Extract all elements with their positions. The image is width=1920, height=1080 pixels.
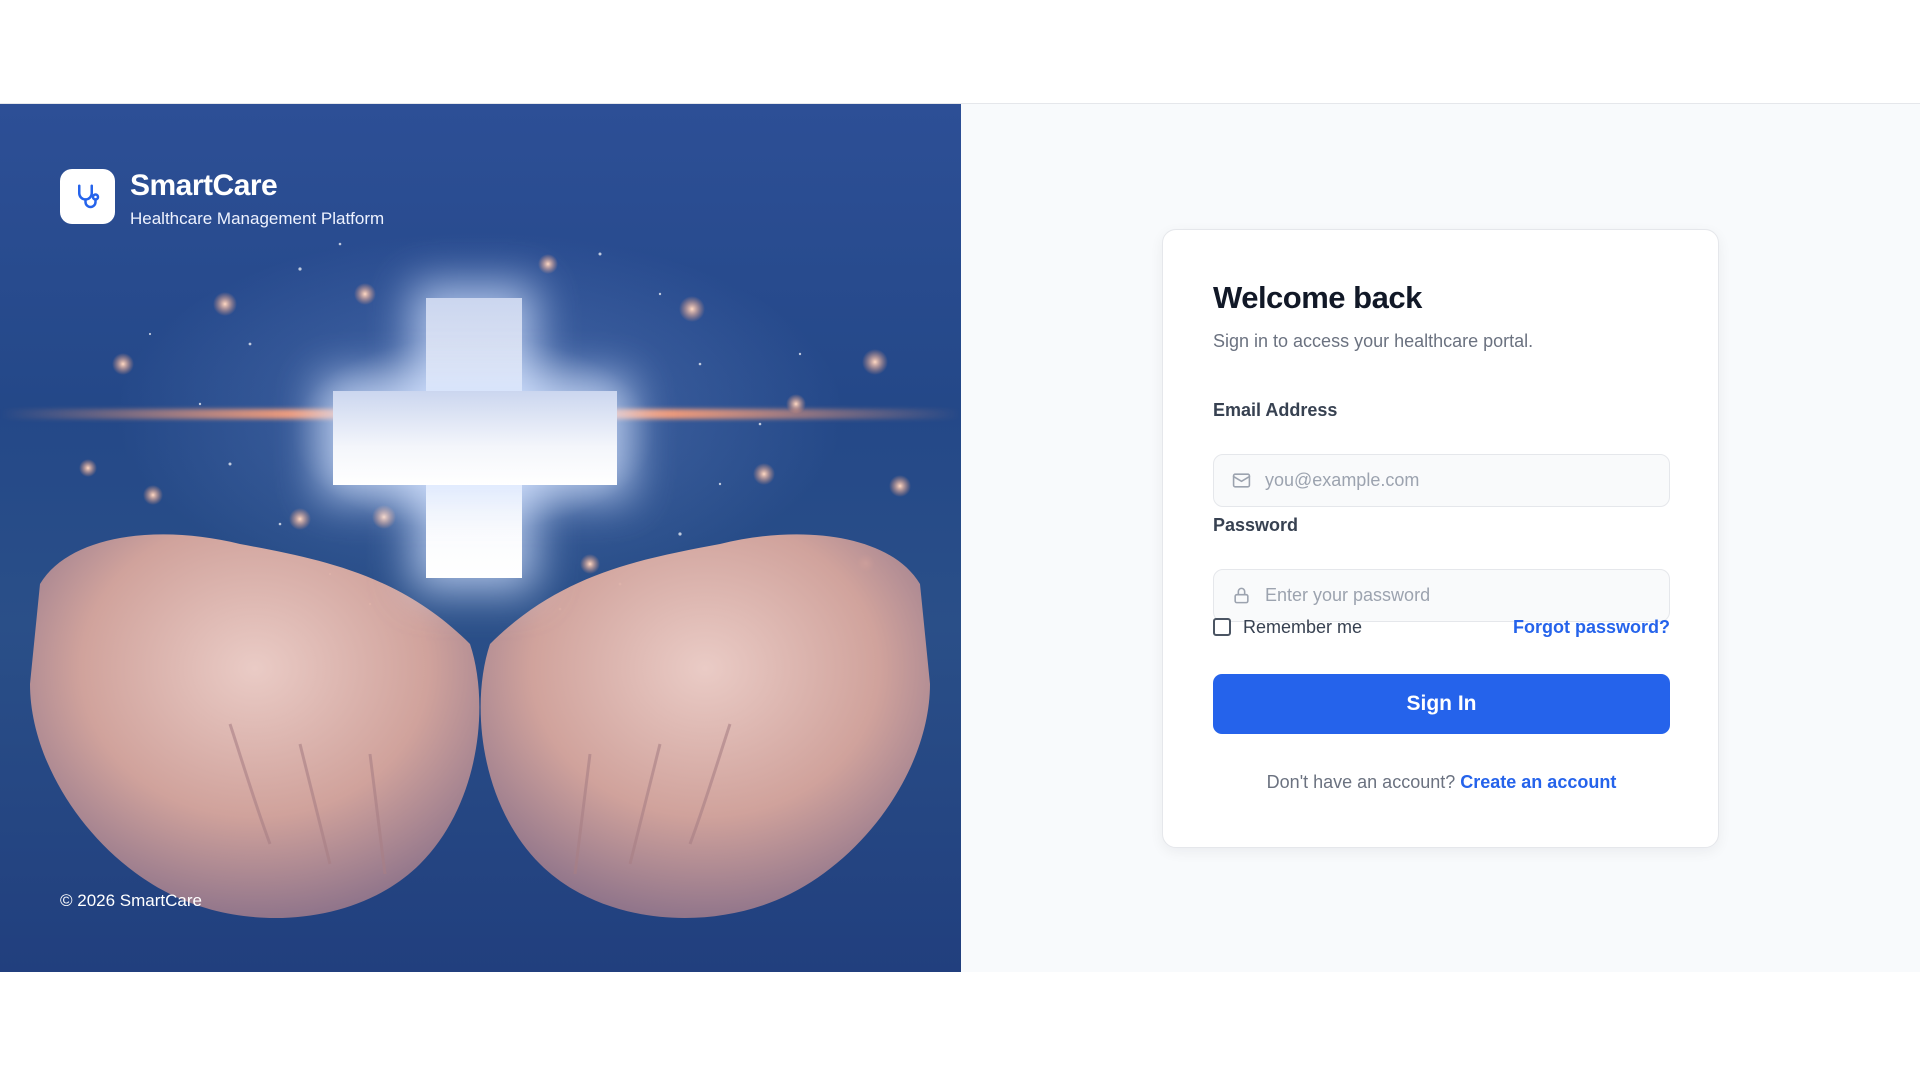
email-label: Email Address <box>1213 400 1338 420</box>
create-account-link[interactable]: Create an account <box>1460 772 1616 792</box>
email-field-wrapper[interactable] <box>1213 454 1670 507</box>
email-field[interactable] <box>1265 470 1669 491</box>
sign-in-button[interactable]: Sign In <box>1213 674 1670 734</box>
brand-name: SmartCare <box>130 169 278 202</box>
stethoscope-icon <box>60 169 115 224</box>
page-title: Welcome back <box>1213 280 1422 315</box>
signup-prompt: Don't have an account? <box>1266 772 1456 792</box>
page-subtitle: Sign in to access your healthcare portal… <box>1213 331 1534 351</box>
brand-tagline: Healthcare Management Platform <box>130 209 385 228</box>
password-label: Password <box>1213 515 1299 535</box>
medical-cross-bar <box>333 391 617 485</box>
lock-icon <box>1231 586 1251 606</box>
login-panel: Welcome back Sign in to access your heal… <box>961 104 1920 972</box>
main-layout: SmartCare Healthcare Management Platform… <box>0 104 1920 972</box>
hero-panel: SmartCare Healthcare Management Platform… <box>0 104 961 972</box>
login-card: Welcome back Sign in to access your heal… <box>1162 229 1719 848</box>
brand-header: SmartCare Healthcare Management Platform <box>60 169 384 229</box>
password-field[interactable] <box>1265 585 1669 606</box>
mail-icon <box>1231 471 1251 491</box>
forgot-password-link[interactable]: Forgot password? <box>1513 617 1670 638</box>
copyright-text: © 2026 SmartCare <box>60 891 202 910</box>
login-options-row: Remember me Forgot password? <box>1213 615 1670 639</box>
remember-me[interactable]: Remember me <box>1213 617 1362 638</box>
top-bar <box>0 0 1920 104</box>
bottom-area <box>0 972 1920 1080</box>
signup-row: Don't have an account? Create an account <box>1163 772 1720 793</box>
remember-me-checkbox[interactable] <box>1213 618 1231 636</box>
remember-me-label: Remember me <box>1243 616 1363 637</box>
